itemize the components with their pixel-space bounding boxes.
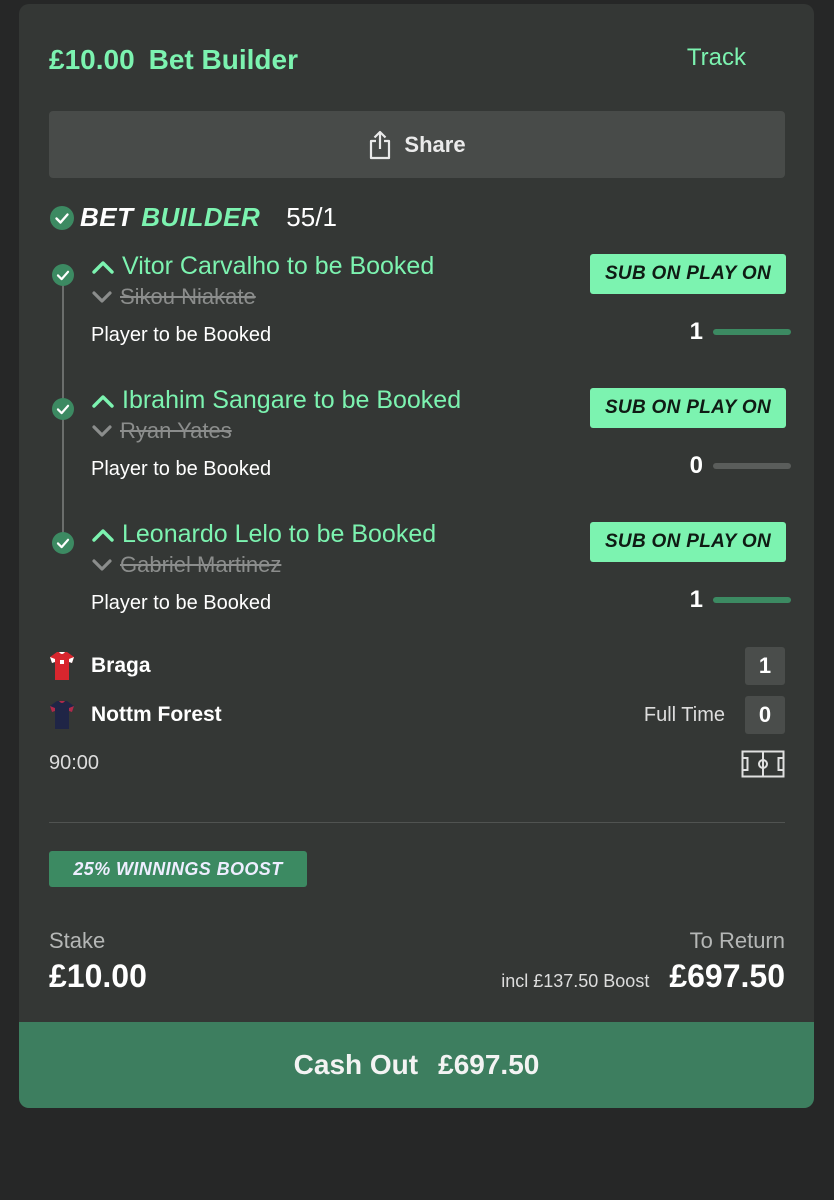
cash-out-value: £697.50 <box>438 1049 540 1080</box>
check-circle-icon <box>52 264 74 286</box>
leg-item: Vitor Carvalho to be Booked Sikou Niakat… <box>19 252 814 398</box>
leg-market: Player to be Booked <box>91 592 272 614</box>
share-icon <box>370 130 391 159</box>
bet-type-title: Bet Builder <box>148 44 298 75</box>
bet-card: £10.00 Bet Builder Track Share BET BUILDE… <box>19 4 814 1108</box>
divider <box>49 822 785 823</box>
leg-substituted: Ryan Yates <box>92 418 232 444</box>
arrow-up-icon <box>92 394 114 408</box>
match-status: Full Time <box>643 703 725 726</box>
track-link[interactable]: Track <box>687 44 746 72</box>
red-shirt-icon <box>50 652 74 680</box>
stake-label: Stake <box>49 928 106 953</box>
home-team-row: Braga 1 <box>49 647 785 685</box>
leg-count: 1 <box>689 586 703 613</box>
leg-selection: Leonardo Lelo to be Booked <box>92 520 436 549</box>
check-circle-icon <box>50 205 74 230</box>
sub-on-play-on-badge: SUB ON PLAY ON <box>590 254 786 294</box>
cash-out-button[interactable]: Cash Out £697.50 <box>19 1022 814 1108</box>
home-team-name: Braga <box>91 654 151 677</box>
bet-stake-amount: £10.00 <box>49 44 135 75</box>
progress-bar <box>713 597 791 603</box>
match-clock: 90:00 <box>49 752 100 774</box>
away-team-name: Nottm Forest <box>91 703 222 726</box>
leg-substituted: Gabriel Martinez <box>92 552 281 578</box>
leg-market: Player to be Booked <box>91 458 272 480</box>
boost-included-text: incl £137.50 Boost <box>501 971 650 991</box>
pitch-icon[interactable] <box>741 750 785 778</box>
home-score: 1 <box>745 647 785 685</box>
leg-progress: 0 <box>683 452 791 480</box>
away-team-row: Nottm Forest Full Time 0 <box>49 696 785 734</box>
leg-progress: 1 <box>683 318 791 346</box>
to-return-row: incl £137.50 Boost £697.50 <box>501 958 785 995</box>
progress-bar <box>713 329 791 335</box>
leg-selection: Ibrahim Sangare to be Booked <box>92 386 461 415</box>
to-return-label: To Return <box>689 928 785 953</box>
arrow-down-icon <box>92 424 112 437</box>
share-label: Share <box>404 131 466 157</box>
bet-odds: 55/1 <box>286 202 337 232</box>
cash-out-label: Cash Out <box>293 1049 419 1080</box>
progress-bar <box>713 463 791 469</box>
navy-shirt-icon <box>50 701 74 729</box>
stake-value: £10.00 <box>49 958 147 994</box>
leg-item: Ibrahim Sangare to be Booked Ryan Yates … <box>19 386 814 532</box>
bet-builder-row: BET BUILDER 55/1 <box>50 202 337 233</box>
away-score: 0 <box>745 696 785 734</box>
leg-market: Player to be Booked <box>91 324 272 346</box>
leg-item: Leonardo Lelo to be Booked Gabriel Marti… <box>19 520 814 666</box>
leg-progress: 1 <box>683 586 791 614</box>
leg-substituted: Sikou Niakate <box>92 284 256 310</box>
sub-on-play-on-badge: SUB ON PLAY ON <box>590 388 786 428</box>
to-return-value: £697.50 <box>669 958 785 994</box>
share-button[interactable]: Share <box>49 111 785 178</box>
leg-count: 0 <box>689 452 703 479</box>
bet-builder-label: BET BUILDER <box>80 202 261 232</box>
leg-selection: Vitor Carvalho to be Booked <box>92 252 434 281</box>
check-circle-icon <box>52 532 74 554</box>
sub-on-play-on-badge: SUB ON PLAY ON <box>590 522 786 562</box>
winnings-boost-badge: 25% WINNINGS BOOST <box>49 851 307 887</box>
bet-header: £10.00 Bet Builder <box>49 44 312 76</box>
arrow-up-icon <box>92 528 114 542</box>
check-circle-icon <box>52 398 74 420</box>
progress-fill <box>713 329 791 335</box>
leg-count: 1 <box>689 318 703 345</box>
progress-fill <box>713 597 791 603</box>
arrow-up-icon <box>92 260 114 274</box>
arrow-down-icon <box>92 290 112 303</box>
arrow-down-icon <box>92 558 112 571</box>
